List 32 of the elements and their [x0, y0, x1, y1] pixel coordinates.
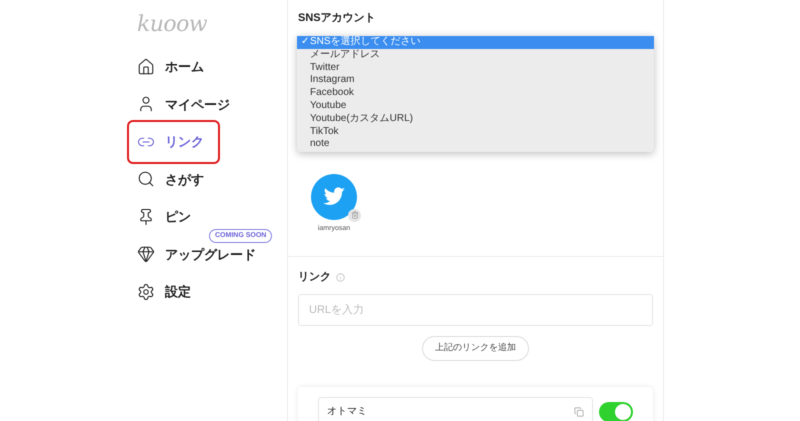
pin-icon [137, 208, 155, 226]
toggle-switch[interactable] [599, 402, 633, 421]
info-icon [336, 272, 345, 282]
copy-icon[interactable] [574, 406, 584, 416]
dropdown-option[interactable]: Youtube(カスタムURL) [297, 112, 654, 126]
dropdown-option[interactable]: Facebook [297, 87, 654, 100]
dropdown-option[interactable]: Youtube [297, 100, 654, 113]
url-input-field[interactable]: URLを入力 [298, 294, 653, 326]
sidebar-item[interactable]: ピン [127, 206, 207, 228]
house-icon [137, 58, 155, 76]
add-link-button[interactable]: 上記のリンクを追加 [422, 336, 529, 360]
sidebar-item[interactable]: さがす [127, 168, 220, 190]
dropdown-option[interactable]: Twitter [297, 62, 654, 74]
settings-icon [137, 282, 155, 301]
dropdown-option[interactable]: TikTok [297, 126, 654, 138]
link-title-field[interactable]: オトマミ [318, 396, 593, 421]
sidebar-item[interactable]: リンク [127, 120, 220, 164]
dropdown-option[interactable]: note [297, 138, 654, 152]
sidebar-item[interactable]: ホーム [127, 56, 220, 78]
section-title: SNSアカウント [298, 11, 377, 26]
sidebar-item[interactable]: 設定 [127, 280, 207, 303]
section-title: リンク [298, 270, 331, 285]
search-icon [137, 170, 155, 188]
sidebar-item[interactable]: アップグレード [127, 243, 272, 266]
dropdown-option[interactable]: Instagram [297, 74, 654, 88]
logo: kuoow [137, 11, 208, 36]
trash-button[interactable] [348, 208, 361, 222]
dropdown-option[interactable]: メールアドレス [297, 48, 654, 62]
bird-avatar-icon [311, 174, 357, 220]
diamond-icon [137, 245, 155, 264]
person-icon [137, 95, 155, 114]
sidebar-item[interactable]: マイページ [127, 93, 246, 116]
